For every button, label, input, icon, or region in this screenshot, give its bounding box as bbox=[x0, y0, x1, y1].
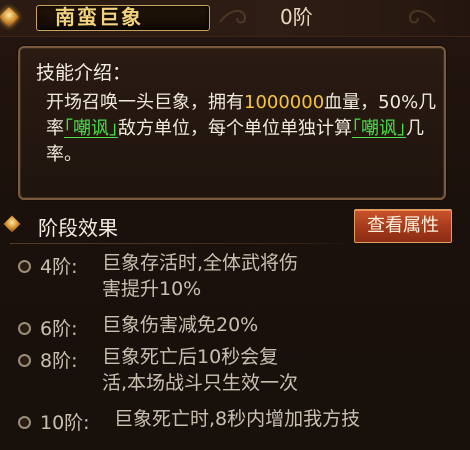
bullet-dot-icon bbox=[18, 322, 31, 335]
skill-text-3: 敌方单位，每个单位单独计算 bbox=[118, 118, 352, 139]
taunt-link[interactable]: ｢嘲讽｣ bbox=[352, 118, 406, 139]
stage-level: 10阶: bbox=[40, 412, 90, 434]
stage-desc: 巨象伤害减免20% bbox=[102, 314, 259, 336]
skill-description-box: 技能介绍： 开场召唤一头巨象，拥有1000000血量，50%几率｢嘲讽｣敌方单位… bbox=[18, 46, 446, 200]
taunt-link[interactable]: ｢嘲讽｣ bbox=[64, 118, 118, 139]
stage-level: 4阶: bbox=[40, 256, 78, 278]
ornament-icon bbox=[219, 10, 247, 24]
stage-desc: 巨象死亡后10秒会复活,本场战斗只生效一次 bbox=[102, 346, 299, 394]
view-attributes-button[interactable]: 查看属性 bbox=[354, 209, 452, 243]
stage-level: 6阶: bbox=[40, 318, 78, 340]
stage-desc: 巨象死亡时,8秒内增加我方技 bbox=[114, 408, 361, 430]
divider bbox=[10, 243, 355, 244]
skill-intro-title: 技能介绍： bbox=[36, 62, 132, 84]
stage-desc: 巨象存活时,全体武将伤害提升10% bbox=[102, 252, 299, 300]
stage-level: 8阶: bbox=[40, 350, 78, 372]
skill-panel: 南蛮巨象 0阶 技能介绍： 开场召唤一头巨象，拥有1000000血量，50%几率… bbox=[0, 0, 470, 450]
bullet-dot-icon bbox=[18, 354, 31, 367]
hp-value: 1000000 bbox=[244, 92, 325, 113]
bullet-dot-icon bbox=[18, 260, 31, 273]
stage-effects-title: 阶段效果 bbox=[38, 216, 118, 240]
gem-diamond-icon bbox=[3, 215, 21, 233]
skill-level: 0阶 bbox=[280, 5, 313, 29]
skill-name: 南蛮巨象 bbox=[55, 5, 143, 29]
skill-text-1: 开场召唤一头巨象，拥有 bbox=[46, 92, 244, 113]
skill-description: 开场召唤一头巨象，拥有1000000血量，50%几率｢嘲讽｣敌方单位，每个单位单… bbox=[46, 90, 438, 168]
bullet-dot-icon bbox=[18, 416, 31, 429]
ornament-icon bbox=[408, 10, 436, 24]
skill-header: 南蛮巨象 0阶 bbox=[0, 0, 470, 37]
gem-diamond-icon bbox=[0, 7, 19, 27]
